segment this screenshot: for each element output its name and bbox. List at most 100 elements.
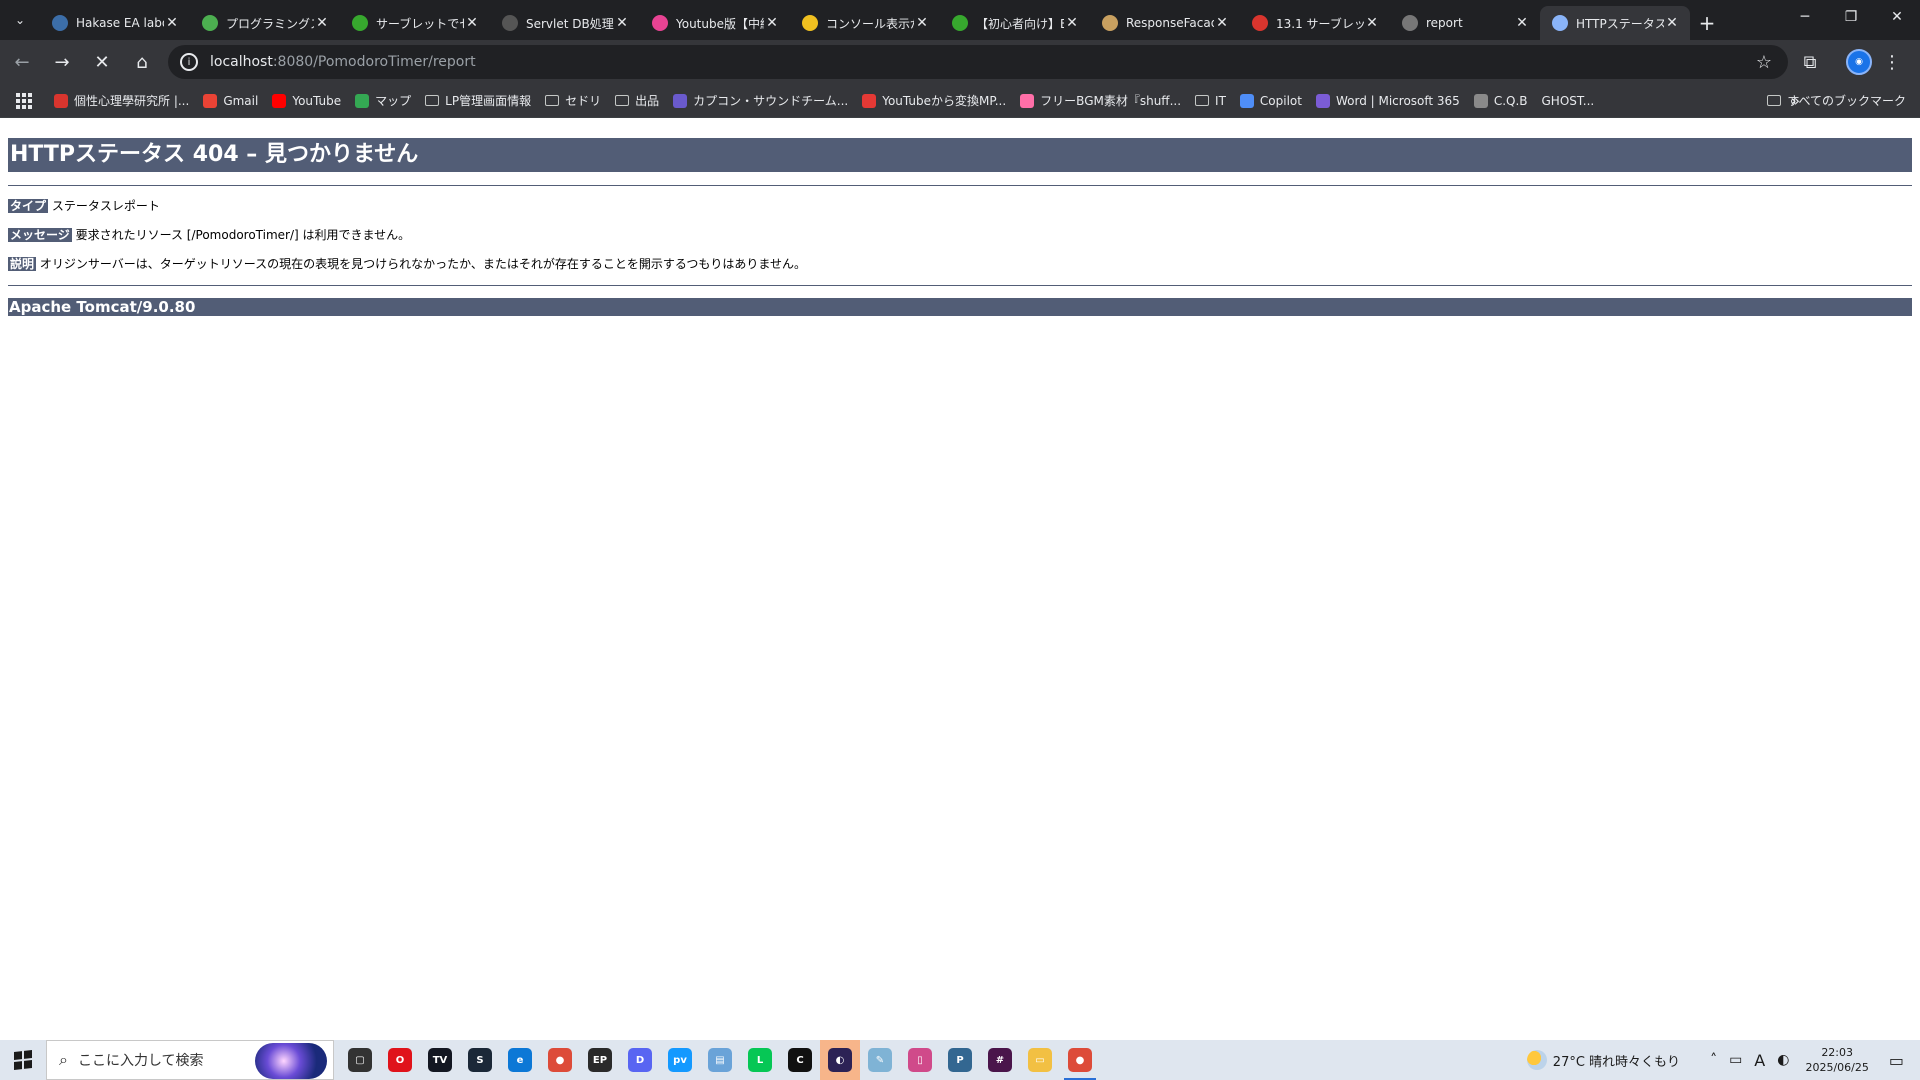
taskbar-app-discord[interactable]: D — [620, 1040, 660, 1080]
tab-close-icon[interactable]: ✕ — [464, 15, 480, 31]
tab[interactable]: 13.1 サーブレット✕ — [1240, 6, 1390, 40]
extensions-button[interactable]: ⧉ — [1792, 44, 1828, 80]
tab[interactable]: 【初心者向け】Ec✕ — [940, 6, 1090, 40]
home-button[interactable]: ⌂ — [124, 44, 160, 80]
taskbar-search-input[interactable]: ⌕ ここに入力して検索 — [46, 1040, 334, 1080]
forward-button[interactable]: → — [44, 44, 80, 80]
message-value: 要求されたリソース [/PomodoroTimer/] は利用できません。 — [75, 228, 411, 242]
bookmark-item[interactable]: YouTube — [272, 93, 341, 108]
taskbar-app-epic-games[interactable]: EP — [580, 1040, 620, 1080]
bookmark-item[interactable]: GHOST... — [1542, 94, 1595, 108]
bookmark-item[interactable]: マップ — [355, 92, 411, 109]
bookmark-item[interactable]: Word | Microsoft 365 — [1315, 93, 1460, 108]
edge-icon: e — [508, 1048, 532, 1072]
tab[interactable]: コンソール表示が ✕ — [790, 6, 940, 40]
taskbar-app-postgresql[interactable]: P — [940, 1040, 980, 1080]
taskbar-app-notepad[interactable]: ✎ — [860, 1040, 900, 1080]
apps-grid-icon[interactable] — [16, 92, 32, 109]
new-tab-button[interactable]: + — [1690, 6, 1724, 40]
notification-icon[interactable]: ▭ — [1889, 1051, 1904, 1070]
clock[interactable]: 22:03 2025/06/25 — [1805, 1045, 1868, 1075]
network-icon[interactable]: ▭ — [1729, 1052, 1742, 1068]
device-app-icon: ▯ — [908, 1048, 932, 1072]
taskbar-app-chrome-profile[interactable]: ● — [1060, 1040, 1100, 1080]
taskbar-app-file-explorer[interactable]: ▭ — [1020, 1040, 1060, 1080]
taskbar-app-tradingview[interactable]: TV — [420, 1040, 460, 1080]
taskbar-app-slack[interactable]: # — [980, 1040, 1020, 1080]
weather-text[interactable]: 27°C 晴れ時々くもり — [1553, 1051, 1680, 1070]
taskbar-app-line[interactable]: L — [740, 1040, 780, 1080]
stop-button[interactable]: ✕ — [84, 44, 120, 80]
bookmark-item[interactable]: セドリ — [545, 92, 601, 109]
bookmark-item[interactable]: IT — [1195, 94, 1226, 108]
taskbar-app-photos[interactable]: ▤ — [700, 1040, 740, 1080]
capcut-icon: C — [788, 1048, 812, 1072]
back-button[interactable]: ← — [4, 44, 40, 80]
page-title: HTTPステータス 404 – 見つかりません — [8, 138, 1912, 172]
taskbar-app-opera[interactable]: O — [380, 1040, 420, 1080]
bookmark-item[interactable]: Copilot — [1239, 93, 1302, 108]
taskbar-app-prime-video[interactable]: pv — [660, 1040, 700, 1080]
tab[interactable]: Servlet DB処理 ✕ — [490, 6, 640, 40]
tab-search-button[interactable]: ⌄ — [0, 0, 40, 40]
tab-close-icon[interactable]: ✕ — [1064, 15, 1080, 31]
tab-title: Hakase EA labo — [76, 16, 164, 30]
tab-close-icon[interactable]: ✕ — [914, 15, 930, 31]
tab[interactable]: Hakase EA labo ✕ — [40, 6, 190, 40]
tab-close-icon[interactable]: ✕ — [764, 15, 780, 31]
restore-button[interactable]: ❐ — [1828, 0, 1874, 34]
all-bookmarks-button[interactable]: すべてのブックマーク — [1767, 92, 1906, 109]
bookmark-item[interactable]: 個性心理學研究所 |... — [54, 92, 189, 109]
bookmark-item[interactable]: カプコン・サウンドチーム... — [673, 92, 848, 109]
weather-icon[interactable] — [1526, 1050, 1547, 1070]
tab[interactable]: ResponseFacad ✕ — [1090, 6, 1240, 40]
taskbar-app-task-view[interactable]: ▢ — [340, 1040, 380, 1080]
bookmark-item[interactable]: 出品 — [615, 92, 659, 109]
all-bookmarks-label: すべてのブックマーク — [1787, 94, 1906, 108]
browser-menu-button[interactable]: ⋮ — [1882, 52, 1902, 73]
taskbar-app-steam[interactable]: S — [460, 1040, 500, 1080]
taskbar-app-edge[interactable]: e — [500, 1040, 540, 1080]
tab[interactable]: report ✕ — [1390, 6, 1540, 40]
tab-close-icon[interactable]: ✕ — [314, 15, 330, 31]
tab-close-icon[interactable]: ✕ — [1514, 15, 1530, 31]
taskbar-app-capcut[interactable]: C — [780, 1040, 820, 1080]
tab-close-icon[interactable]: ✕ — [614, 15, 630, 31]
address-bar[interactable]: i localhost:8080/PomodoroTimer/report ☆ — [168, 45, 1788, 79]
bookmark-item[interactable]: LP管理画面情報 — [425, 92, 531, 109]
chevron-up-icon[interactable]: ˄ — [1710, 1052, 1717, 1068]
start-button[interactable] — [0, 1040, 46, 1080]
tab[interactable]: Youtube版【中級 ✕ — [640, 6, 790, 40]
site-favicon-icon — [673, 93, 688, 108]
tab-close-icon[interactable]: ✕ — [164, 15, 180, 31]
ime-indicator[interactable]: A — [1754, 1051, 1765, 1070]
taskbar-app-device-app[interactable]: ▯ — [900, 1040, 940, 1080]
bookmark-item[interactable]: YouTubeから変換MP... — [862, 92, 1006, 109]
taskbar-app-eclipse[interactable]: ◐ — [820, 1040, 860, 1080]
tab-title: Servlet DB処理 — [526, 16, 614, 31]
tab[interactable]: サーブレットでセッ✕ — [340, 6, 490, 40]
site-favicon-icon — [1315, 93, 1330, 108]
tab[interactable]: HTTPステータス 4✕ — [1540, 6, 1690, 40]
bookmark-star-icon[interactable]: ☆ — [1756, 52, 1772, 73]
minimize-button[interactable]: ─ — [1782, 0, 1828, 34]
tab[interactable]: プログラミングスキ✕ — [190, 6, 340, 40]
profile-avatar[interactable]: ◉ — [1846, 49, 1872, 75]
bookmark-item[interactable]: Gmail — [203, 93, 258, 108]
rainbow-circle-icon — [652, 15, 668, 31]
tab-close-icon[interactable]: ✕ — [1364, 15, 1380, 31]
taskbar-app-chrome[interactable]: ● — [540, 1040, 580, 1080]
bookmark-label: C.Q.B — [1493, 93, 1528, 108]
file-explorer-icon: ▭ — [1028, 1048, 1052, 1072]
server-info: Apache Tomcat/9.0.80 — [8, 298, 1912, 316]
close-window-button[interactable]: ✕ — [1874, 0, 1920, 34]
bookmark-item[interactable]: C.Q.B — [1473, 93, 1528, 108]
tab-title: プログラミングスキ — [226, 16, 314, 31]
site-info-icon[interactable]: i — [180, 53, 198, 71]
arrow-right-icon: → — [54, 51, 70, 73]
bookmark-item[interactable]: フリーBGM素材『shuff... — [1020, 92, 1181, 109]
ime-mode-icon[interactable]: ◐ — [1777, 1052, 1789, 1068]
tab-close-icon[interactable]: ✕ — [1664, 15, 1680, 31]
steam-icon: S — [468, 1048, 492, 1072]
tab-close-icon[interactable]: ✕ — [1214, 15, 1230, 31]
